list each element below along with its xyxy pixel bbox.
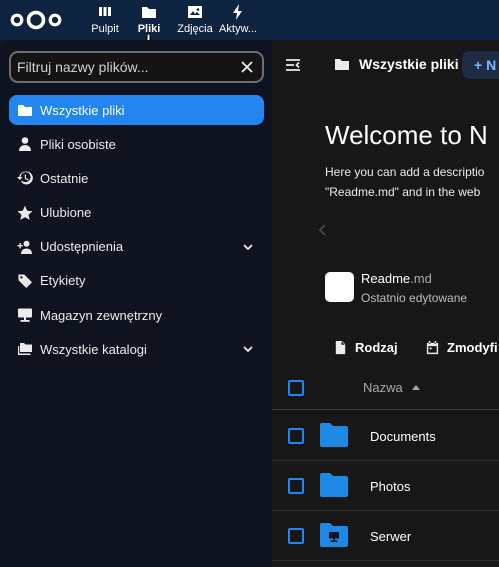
readme-thumbnail[interactable] bbox=[325, 272, 354, 302]
filter-box bbox=[9, 51, 264, 83]
toggle-navigation-icon[interactable] bbox=[284, 56, 302, 74]
filter-label: Rodzaj bbox=[355, 340, 398, 355]
readme-file-name[interactable]: Readme.md bbox=[361, 271, 432, 286]
nav-item-label: Ulubione bbox=[40, 205, 92, 221]
app-activity[interactable]: Aktyw... bbox=[208, 4, 268, 38]
top-header: Pulpit Pliki Zdjęcia Aktyw... bbox=[0, 0, 499, 56]
history-icon bbox=[17, 170, 33, 186]
navigation-sidebar: Wszystkie pliki Pliki osobiste Ostatnie … bbox=[0, 40, 272, 567]
row-checkbox[interactable] bbox=[288, 428, 304, 444]
nav-item-label: Pliki osobiste bbox=[40, 136, 116, 152]
sort-ascending-icon bbox=[411, 385, 420, 390]
filter-label: Zmodyfi bbox=[447, 340, 498, 355]
modified-filter-button[interactable]: Zmodyfi bbox=[425, 340, 498, 355]
nav-item-recent[interactable]: Ostatnie bbox=[9, 163, 264, 193]
image-icon bbox=[188, 6, 202, 18]
nav-item-shares[interactable]: Udostępnienia bbox=[9, 232, 264, 262]
chevron-left-icon[interactable] bbox=[318, 224, 328, 236]
nav-item-tags[interactable]: Etykiety bbox=[9, 266, 264, 296]
nav-item-label: Wszystkie pliki bbox=[40, 102, 125, 118]
folders-icon bbox=[17, 341, 33, 357]
chevron-down-icon[interactable] bbox=[242, 241, 254, 253]
main-content: Wszystkie pliki + N Welcome to N Here yo… bbox=[272, 40, 499, 567]
file-icon bbox=[335, 340, 346, 355]
readme-meta: Ostatnio edytowane bbox=[361, 291, 468, 305]
file-row[interactable]: Photos bbox=[272, 461, 499, 511]
row-checkbox[interactable] bbox=[288, 478, 304, 494]
readme-basename: Readme bbox=[361, 271, 411, 286]
nav-item-external-storage[interactable]: Magazyn zewnętrzny bbox=[9, 300, 264, 330]
file-name[interactable]: Serwer bbox=[370, 529, 411, 544]
welcome-description: Here you can add a descriptio "Readme.md… bbox=[325, 162, 484, 202]
chevron-down-icon[interactable] bbox=[242, 343, 254, 355]
nav-item-favorites[interactable]: Ulubione bbox=[9, 198, 264, 228]
external-folder-icon bbox=[320, 523, 348, 547]
column-name-label: Nazwa bbox=[363, 380, 403, 395]
app-label: Pulpit bbox=[91, 23, 119, 35]
nav-item-label: Ostatnie bbox=[40, 170, 89, 186]
new-button[interactable]: + N bbox=[462, 51, 499, 79]
file-name[interactable]: Photos bbox=[370, 479, 410, 494]
sort-by-name[interactable]: Nazwa bbox=[363, 380, 420, 395]
description-line: "Readme.md" and in the web bbox=[325, 185, 481, 199]
breadcrumb-label: Wszystkie pliki bbox=[359, 56, 459, 72]
user-icon bbox=[17, 136, 33, 152]
nav-item-label: Magazyn zewnętrzny bbox=[40, 307, 163, 323]
folder-icon bbox=[142, 7, 156, 18]
filter-input[interactable] bbox=[17, 53, 237, 81]
nav-item-label: Wszystkie katalogi bbox=[40, 341, 147, 357]
tag-icon bbox=[17, 273, 33, 289]
folder-icon bbox=[335, 59, 349, 70]
readme-extension: .md bbox=[410, 271, 432, 286]
app-label: Aktyw... bbox=[219, 23, 257, 35]
calendar-icon bbox=[426, 340, 439, 355]
dashboard-icon bbox=[99, 7, 111, 16]
type-filter-button[interactable]: Rodzaj bbox=[333, 340, 398, 355]
navigation-list: Wszystkie pliki Pliki osobiste Ostatnie … bbox=[9, 95, 264, 369]
description-line: Here you can add a descriptio bbox=[325, 165, 485, 179]
breadcrumb[interactable]: Wszystkie pliki bbox=[334, 56, 459, 72]
folder-icon bbox=[17, 102, 33, 118]
folder-icon bbox=[320, 473, 348, 497]
star-icon bbox=[17, 205, 33, 221]
nav-item-label: Udostępnienia bbox=[40, 239, 124, 255]
close-icon[interactable] bbox=[240, 60, 254, 74]
nav-item-all-folders[interactable]: Wszystkie katalogi bbox=[9, 334, 264, 364]
file-name[interactable]: Documents bbox=[370, 429, 436, 444]
file-row[interactable]: Serwer bbox=[272, 511, 499, 561]
welcome-title: Welcome to N bbox=[325, 120, 488, 150]
external-storage-icon bbox=[17, 307, 33, 323]
file-list-header: Nazwa bbox=[272, 366, 499, 410]
lightning-icon bbox=[233, 4, 242, 20]
nav-item-label: Etykiety bbox=[40, 273, 86, 289]
folder-icon bbox=[320, 423, 348, 447]
file-row[interactable]: Documents bbox=[272, 411, 499, 461]
select-all-checkbox[interactable] bbox=[288, 380, 304, 396]
nav-item-all-files[interactable]: Wszystkie pliki bbox=[9, 95, 264, 125]
share-user-icon bbox=[17, 239, 33, 255]
row-checkbox[interactable] bbox=[288, 528, 304, 544]
nextcloud-logo[interactable] bbox=[8, 8, 64, 32]
nav-item-personal-files[interactable]: Pliki osobiste bbox=[9, 129, 264, 159]
